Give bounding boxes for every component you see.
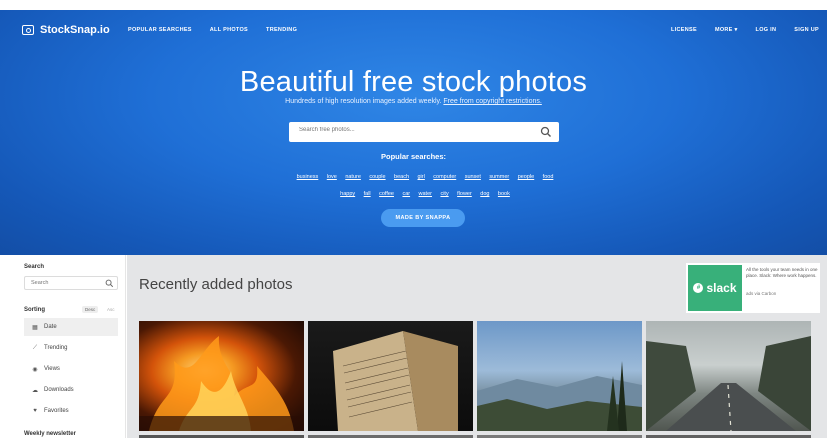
- sidebar-item-trending[interactable]: ⟋ Trending: [24, 339, 118, 357]
- eye-icon: ◉: [32, 366, 38, 373]
- sidebar-item-downloads[interactable]: ☁ Downloads: [24, 381, 118, 399]
- hero-search-box: [289, 122, 559, 142]
- tag-link[interactable]: beach: [394, 171, 409, 184]
- site-logo-text: StockSnap.io: [40, 24, 110, 36]
- photo-thumbnail[interactable]: [139, 321, 304, 431]
- slack-logo-text: slack: [706, 281, 737, 295]
- sidebar-item-label: Trending: [44, 345, 68, 351]
- hero-subtitle: Hundreds of high resolution images added…: [0, 98, 827, 105]
- calendar-icon: ▦: [32, 324, 38, 331]
- tag-link[interactable]: sunset: [465, 171, 481, 184]
- made-by-snappa-button[interactable]: MADE BY SNAPPA: [381, 209, 465, 227]
- tag-link[interactable]: fall: [364, 188, 371, 201]
- primary-nav: POPULAR SEARCHES ALL PHOTOS TRENDING: [128, 27, 297, 33]
- tag-link[interactable]: coffee: [379, 188, 394, 201]
- photo-thumbnail[interactable]: [477, 321, 642, 431]
- hero-search-input[interactable]: [299, 127, 529, 133]
- slack-icon: #: [693, 283, 704, 293]
- sidebar-item-label: Downloads: [44, 387, 74, 393]
- hero-banner: StockSnap.io POPULAR SEARCHES ALL PHOTOS…: [0, 10, 827, 255]
- cloud-download-icon: ☁: [32, 387, 38, 394]
- sidebar-search-label: Search: [24, 264, 45, 270]
- tag-link[interactable]: business: [297, 171, 319, 184]
- tag-link[interactable]: people: [518, 171, 535, 184]
- mountain-image: [477, 361, 642, 431]
- sidebar-search-box: [24, 276, 118, 290]
- top-navigation: StockSnap.io POPULAR SEARCHES ALL PHOTOS…: [0, 10, 827, 52]
- filter-sidebar: Search Sorting Desc Asc ▦ Date ⟋ Trendin…: [0, 255, 126, 438]
- nav-popular-searches[interactable]: POPULAR SEARCHES: [128, 27, 192, 33]
- main-content: Recently added photos # slack All the to…: [127, 255, 827, 438]
- tag-link[interactable]: book: [498, 188, 510, 201]
- tag-link[interactable]: couple: [369, 171, 385, 184]
- sheet-music-image: [333, 331, 458, 431]
- tag-link[interactable]: flower: [457, 188, 472, 201]
- hero-title: Beautiful free stock photos: [239, 66, 588, 98]
- photo-thumbnail[interactable]: [646, 321, 811, 431]
- nav-sign-up[interactable]: SIGN UP: [794, 27, 819, 33]
- sidebar-item-favorites[interactable]: ♥ Favorites: [24, 402, 118, 420]
- nav-license[interactable]: LICENSE: [671, 27, 697, 33]
- slack-logo: # slack: [688, 265, 742, 311]
- sort-desc-toggle[interactable]: Desc: [82, 306, 99, 313]
- tag-link[interactable]: nature: [345, 171, 361, 184]
- account-nav: LICENSE MORE ▾ LOG IN SIGN UP: [671, 27, 819, 33]
- newsletter-label: Weekly newsletter: [24, 431, 76, 437]
- sidebar-item-label: Views: [44, 366, 60, 372]
- road-image: [646, 336, 811, 431]
- tag-link[interactable]: summer: [489, 171, 509, 184]
- hero-subtitle-text: Hundreds of high resolution images added…: [285, 98, 442, 105]
- tag-link[interactable]: girl: [418, 171, 425, 184]
- page-title: Recently added photos: [139, 276, 293, 293]
- search-icon[interactable]: [540, 126, 552, 138]
- sidebar-item-date[interactable]: ▦ Date: [24, 318, 118, 336]
- nav-log-in[interactable]: LOG IN: [756, 27, 777, 33]
- tag-link[interactable]: city: [440, 188, 448, 201]
- photo-thumbnail[interactable]: [308, 321, 473, 431]
- copyright-link[interactable]: Free from copyright restrictions.: [443, 98, 541, 105]
- popular-searches-heading: Popular searches:: [380, 152, 447, 161]
- tag-link[interactable]: water: [419, 188, 432, 201]
- carbon-ad[interactable]: # slack All the tools your team needs in…: [686, 263, 820, 313]
- ad-text: All the tools your team needs in one pla…: [746, 267, 818, 278]
- sidebar-item-views[interactable]: ◉ Views: [24, 360, 118, 378]
- sorting-label: Sorting: [24, 307, 45, 313]
- sidebar-item-label: Favorites: [44, 408, 69, 414]
- ad-via-link[interactable]: ads via Carbon: [746, 291, 776, 296]
- site-logo[interactable]: StockSnap.io: [22, 24, 110, 36]
- tag-link[interactable]: car: [402, 188, 410, 201]
- camera-icon: [22, 25, 34, 35]
- sidebar-search-input[interactable]: [31, 280, 101, 286]
- nav-trending[interactable]: TRENDING: [266, 27, 297, 33]
- tag-link[interactable]: dog: [480, 188, 489, 201]
- nav-all-photos[interactable]: ALL PHOTOS: [210, 27, 248, 33]
- heart-icon: ♥: [33, 408, 37, 414]
- fire-image: [139, 336, 304, 431]
- tag-link[interactable]: love: [327, 171, 337, 184]
- search-icon[interactable]: [105, 279, 114, 288]
- sort-asc-toggle[interactable]: Asc: [104, 306, 118, 313]
- tag-link[interactable]: food: [543, 171, 554, 184]
- trending-icon: ⟋: [32, 344, 38, 351]
- tag-link[interactable]: computer: [433, 171, 456, 184]
- tag-link[interactable]: happy: [340, 188, 355, 201]
- popular-tags: business love nature couple beach girl c…: [240, 167, 610, 201]
- nav-more-dropdown[interactable]: MORE ▾: [715, 27, 738, 33]
- sidebar-item-label: Date: [44, 324, 57, 330]
